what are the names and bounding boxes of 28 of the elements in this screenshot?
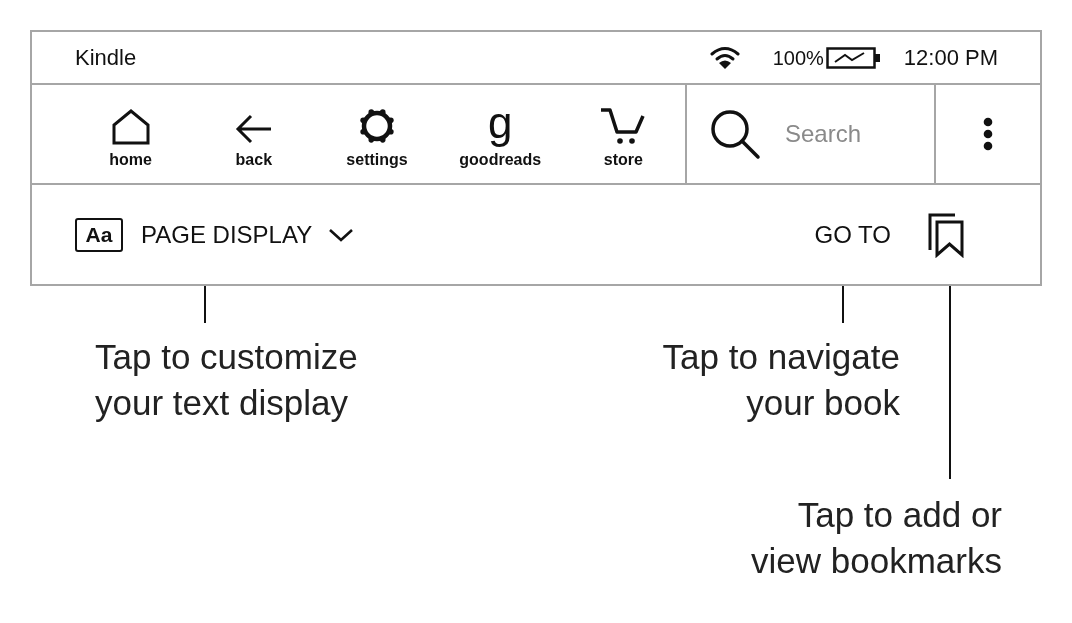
goodreads-logo: g [487, 105, 513, 145]
leader-line [842, 286, 844, 323]
chevron-down-icon [328, 227, 355, 242]
callout-text: Tap to customize your text display [95, 336, 358, 424]
cart-icon [600, 107, 647, 145]
house-icon [111, 109, 150, 145]
toolbar-button[interactable]: home [69, 109, 193, 169]
toolbar-button[interactable]: store [561, 107, 685, 169]
font-settings-button[interactable]: Aa [75, 217, 123, 252]
toolbar-button[interactable]: g goodreads [438, 105, 562, 169]
gear-icon [358, 107, 396, 145]
arrow-left-icon [234, 113, 273, 145]
search-field[interactable]: Search [785, 116, 915, 152]
toolbar-button[interactable]: settings [315, 107, 439, 169]
leader-line [204, 286, 206, 323]
callout-text: Tap to add or view bookmarks [751, 494, 1002, 582]
bookmark-button[interactable] [927, 211, 965, 258]
search-icon[interactable] [709, 108, 761, 160]
bookmarks-icon [927, 211, 965, 258]
battery-percent: 100% [772, 45, 824, 71]
callout-text: Tap to navigate your book [662, 336, 900, 424]
toolbar-button[interactable]: back [192, 113, 316, 169]
clock-time: 12:00 PM [903, 44, 998, 72]
device-title: Kindle [75, 44, 137, 72]
more-icon [983, 117, 993, 151]
wifi-icon [709, 45, 740, 70]
go-to-button[interactable]: GO TO [814, 216, 891, 253]
page-display-menu[interactable]: PAGE DISPLAY [141, 216, 355, 253]
